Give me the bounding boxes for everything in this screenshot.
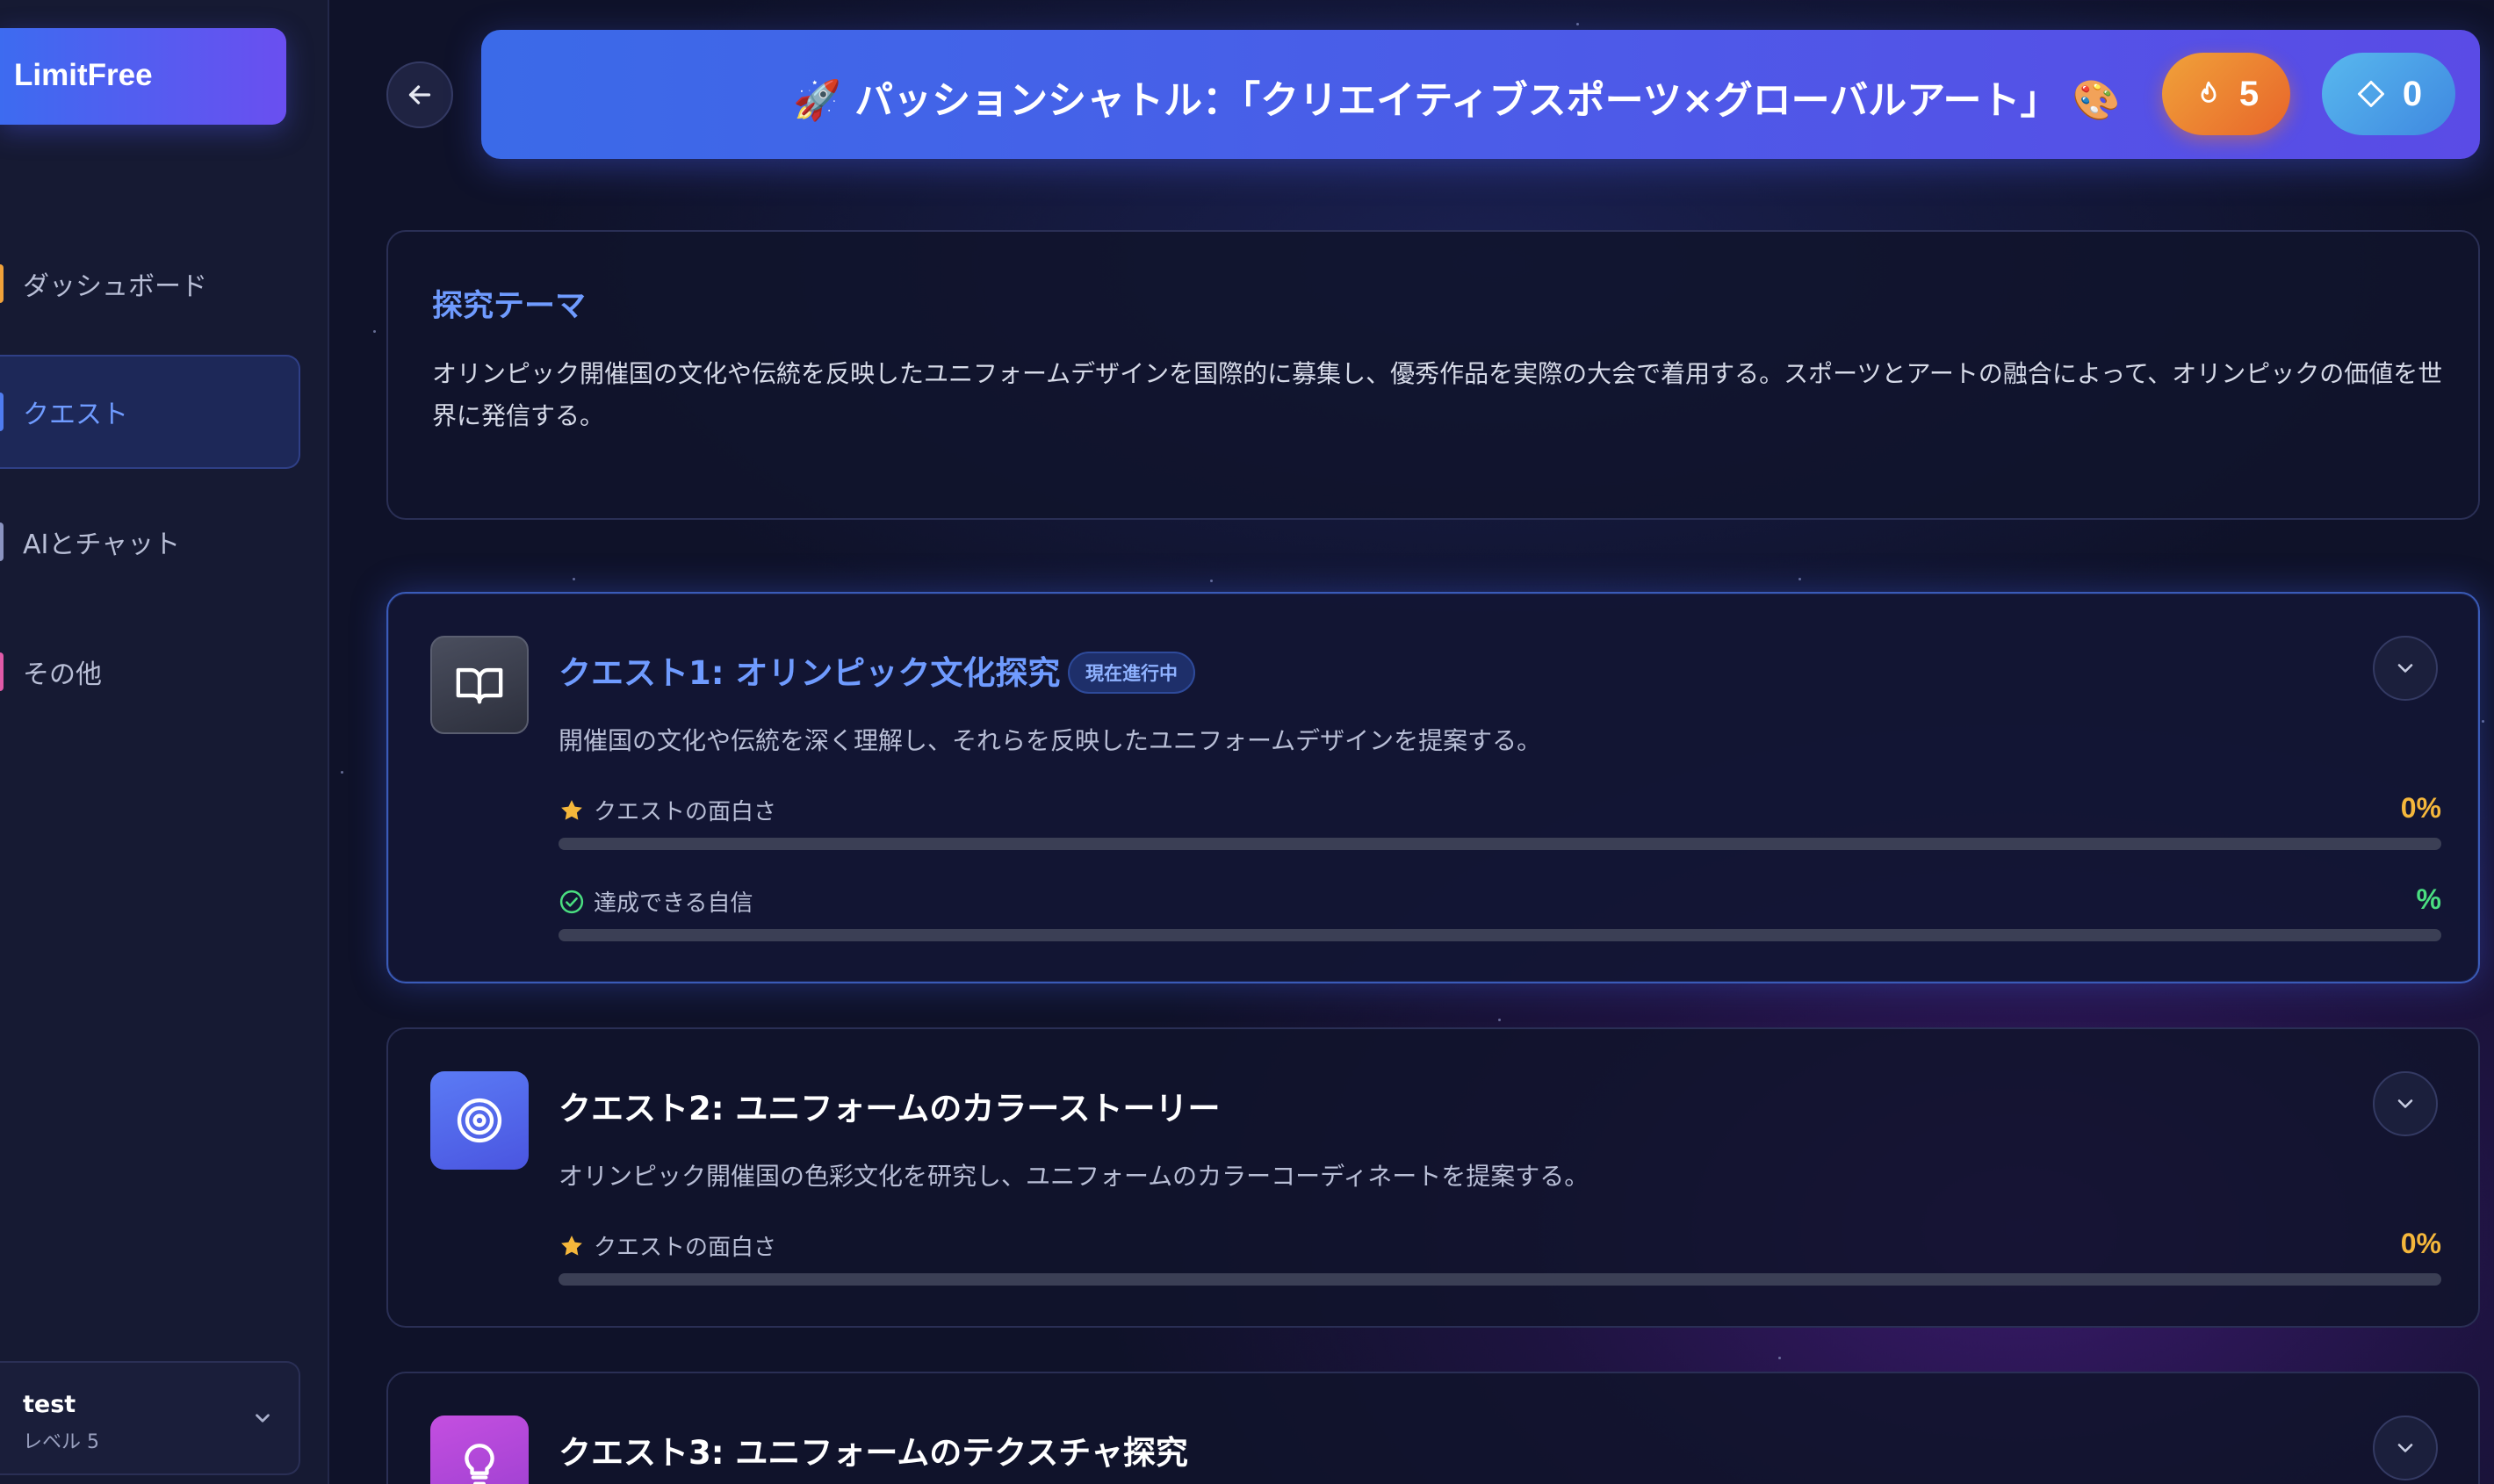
arrow-left-icon — [408, 85, 431, 104]
gem-count: 0 — [2402, 74, 2423, 113]
back-button[interactable] — [386, 61, 453, 128]
ai-chat-indicator — [0, 522, 4, 561]
quest-description: 開催国の文化や伝統を深く理解し、それらを反映したユニフォームデザインを提案する。 — [559, 726, 1542, 755]
fun-rating: クエストの面白さ 0% — [559, 1228, 2441, 1291]
star-icon — [561, 1235, 582, 1256]
status-badge: 現在進行中 — [1068, 652, 1195, 694]
fire-icon — [2201, 81, 2216, 103]
theme-description: オリンピック開催国の文化や伝統を反映したユニフォームデザインを国際的に募集し、優… — [432, 359, 2443, 430]
expand-button[interactable] — [2373, 1416, 2438, 1480]
quest-title: クエスト3: ユニフォームのテクスチャ探究 — [559, 1434, 1188, 1472]
other-indicator — [0, 652, 4, 691]
user-name: test — [23, 1391, 76, 1418]
sidebar-item-other[interactable]: その他 — [0, 615, 300, 729]
quest-title: クエスト1: オリンピック文化探究 — [559, 654, 1061, 692]
sidebar-item-dashboard[interactable]: ダッシュボード — [0, 227, 300, 341]
quest-card[interactable]: クエスト2: ユニフォームのカラーストーリー オリンピック開催国の色彩文化を研究… — [386, 1027, 2480, 1328]
sidebar-item-ai-chat[interactable]: AIとチャット — [0, 485, 300, 599]
quest-description: オリンピック開催国の色彩文化を研究し、ユニフォームのカラーコーディネートを提案す… — [559, 1162, 1589, 1191]
expand-button[interactable] — [2373, 636, 2438, 701]
page-title: 🚀 パッションシャトル：「クリエイティブスポーツ×グローバルアート」 🎨 — [793, 78, 2121, 123]
quest-card[interactable]: クエスト3: ユニフォームのテクスチャ探究 — [386, 1372, 2480, 1484]
sidebar-item-label: クエスト — [23, 400, 128, 430]
fun-rating: クエストの面白さ 0% — [559, 792, 2441, 855]
metric-value: % — [2416, 883, 2441, 915]
progress-bar[interactable] — [559, 929, 2441, 941]
quest-icon — [430, 636, 529, 734]
user-level: レベル 5 — [23, 1431, 99, 1453]
quest-icon — [430, 1416, 529, 1484]
lightbulb-icon — [465, 1444, 494, 1484]
brand-logo[interactable]: LimitFree — [0, 28, 286, 125]
chevron-down-icon — [2397, 1099, 2413, 1108]
quest-indicator — [0, 393, 4, 431]
sidebar-item-label: ダッシュボード — [23, 271, 207, 302]
user-menu[interactable]: test レベル 5 — [0, 1361, 300, 1475]
progress-bar[interactable] — [559, 1273, 2441, 1286]
confidence-rating: 達成できる自信 % — [559, 883, 2441, 947]
theme-heading: 探究テーマ — [432, 289, 587, 324]
metric-label: クエストの面白さ — [594, 799, 777, 825]
quest-card[interactable]: クエスト1: オリンピック文化探究 現在進行中 開催国の文化や伝統を深く理解し、… — [386, 592, 2480, 983]
diamond-icon — [2357, 81, 2384, 107]
book-icon — [456, 667, 503, 704]
metric-label: クエストの面白さ — [594, 1235, 777, 1261]
metric-value: 0% — [2400, 1228, 2441, 1259]
target-icon — [457, 1098, 502, 1143]
chevron-down-icon — [2397, 1444, 2413, 1452]
metric-value: 0% — [2400, 792, 2441, 824]
dashboard-indicator — [0, 264, 4, 303]
star-icon — [561, 799, 582, 820]
brand-name: LimitFree — [14, 58, 153, 92]
inquiry-theme-card: 探究テーマ オリンピック開催国の文化や伝統を反映したユニフォームデザインを国際的… — [386, 230, 2480, 520]
gem-badge[interactable]: 0 — [2322, 53, 2455, 135]
metric-label: 達成できる自信 — [594, 890, 753, 917]
quest-header: 🚀 パッションシャトル：「クリエイティブスポーツ×グローバルアート」 🎨 5 0 — [481, 30, 2480, 159]
streak-badge[interactable]: 5 — [2162, 53, 2290, 135]
sidebar-item-label: その他 — [23, 659, 102, 690]
sidebar-item-label: AIとチャット — [23, 529, 181, 560]
chevron-down-icon — [2397, 664, 2413, 673]
streak-count: 5 — [2238, 74, 2260, 113]
sidebar-item-quest[interactable]: クエスト — [0, 355, 300, 469]
quest-title: クエスト2: ユニフォームのカラーストーリー — [559, 1090, 1221, 1127]
progress-bar[interactable] — [559, 838, 2441, 850]
quest-icon — [430, 1071, 529, 1170]
sidebar: LimitFree ダッシュボード クエスト AIとチャット その他 test … — [0, 0, 329, 1484]
chevron-down-icon — [256, 1414, 270, 1423]
expand-button[interactable] — [2373, 1071, 2438, 1136]
check-circle-icon — [559, 890, 584, 913]
